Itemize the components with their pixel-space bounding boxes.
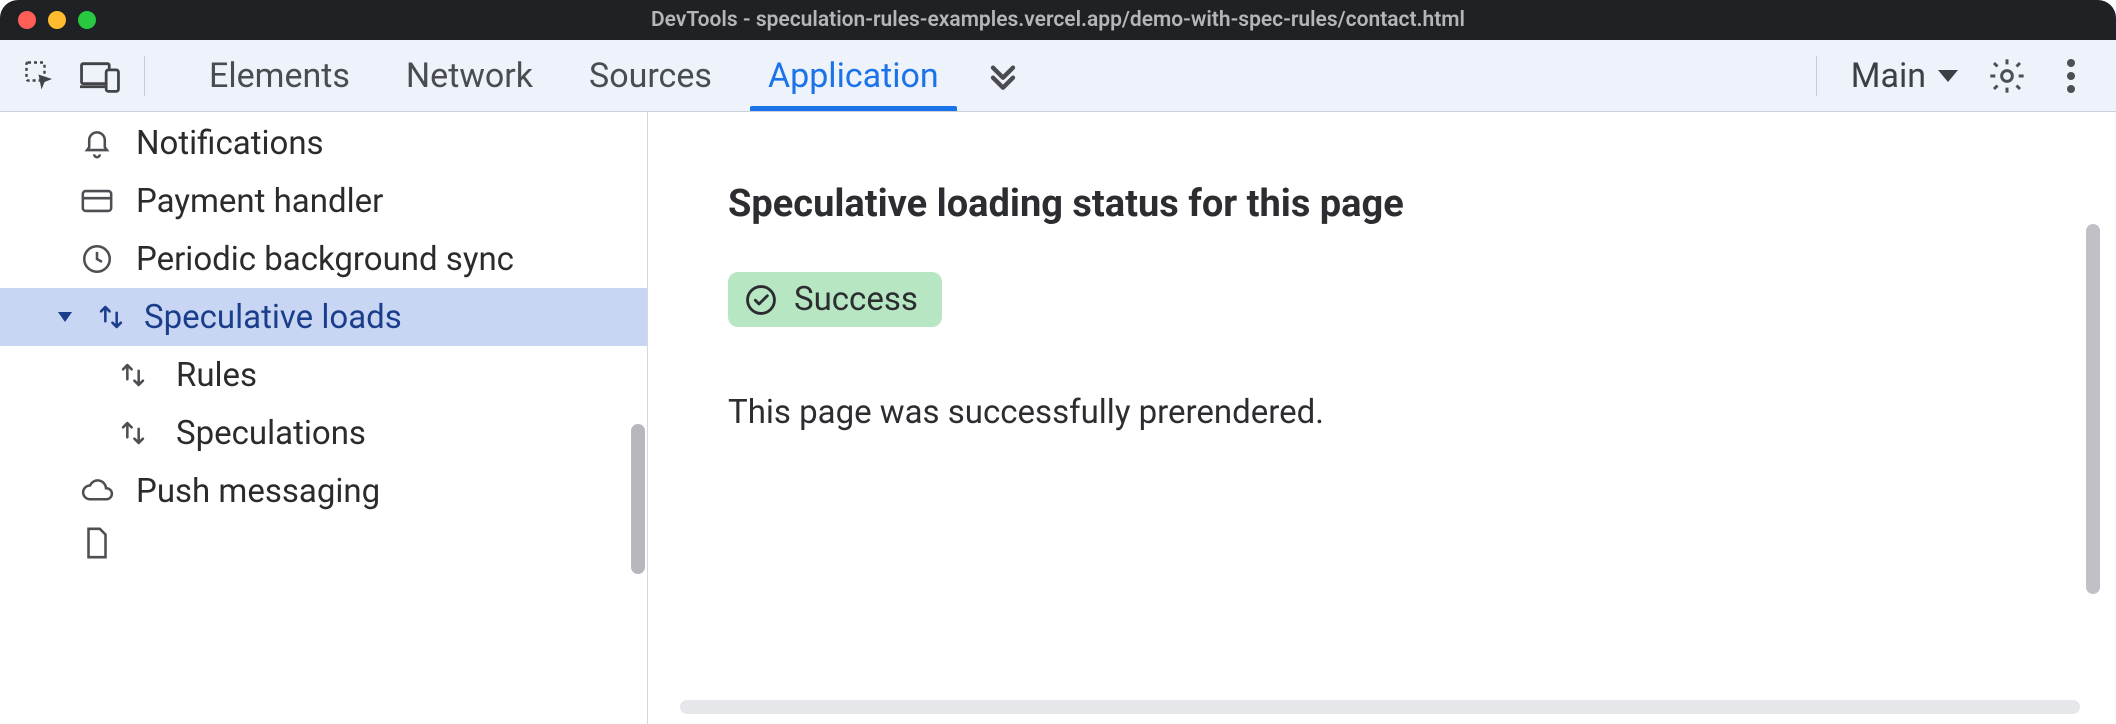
window-title: DevTools - speculation-rules-examples.ve… [0, 8, 2116, 32]
tab-application[interactable]: Application [768, 40, 939, 111]
window-maximize-button[interactable] [78, 11, 96, 29]
tab-network[interactable]: Network [406, 40, 533, 111]
sidebar-item-label: Notifications [136, 124, 324, 163]
main-content: Speculative loading status for this page… [648, 112, 2116, 724]
toolbar-right: Main [1802, 49, 2098, 103]
document-icon [78, 524, 116, 560]
application-sidebar: Notifications Payment handler [0, 112, 648, 724]
sidebar-item-payment-handler[interactable]: Payment handler [0, 172, 647, 230]
status-description: This page was successfully prerendered. [728, 393, 2116, 432]
sidebar-item-label: Rules [176, 356, 257, 395]
sidebar-item-partial[interactable] [0, 520, 647, 560]
sidebar-item-label: Push messaging [136, 472, 380, 511]
window-controls [18, 11, 96, 29]
status-badge-label: Success [794, 280, 918, 319]
sidebar-item-rules[interactable]: Rules [0, 346, 647, 404]
updown-icon [114, 414, 152, 452]
page-heading: Speculative loading status for this page [728, 182, 2116, 226]
kebab-menu-button[interactable] [2044, 49, 2098, 103]
settings-button[interactable] [1980, 49, 2034, 103]
panel-tabs: Elements Network Sources Application [209, 40, 939, 111]
sidebar-item-periodic-sync[interactable]: Periodic background sync [0, 230, 647, 288]
sidebar-scrollbar[interactable] [631, 424, 645, 574]
devtools-toolbar: Elements Network Sources Application Mai… [0, 40, 2116, 112]
bell-icon [78, 124, 116, 162]
sidebar-item-label: Payment handler [136, 182, 383, 221]
panel-body: Notifications Payment handler [0, 112, 2116, 724]
sidebar-list: Notifications Payment handler [0, 112, 647, 560]
toolbar-separator [144, 56, 145, 96]
frame-selector-label: Main [1851, 56, 1926, 96]
clock-icon [78, 240, 116, 278]
sidebar-item-push-messaging[interactable]: Push messaging [0, 462, 647, 520]
updown-icon [92, 298, 130, 336]
window-titlebar: DevTools - speculation-rules-examples.ve… [0, 0, 2116, 40]
window-minimize-button[interactable] [48, 11, 66, 29]
sidebar-item-notifications[interactable]: Notifications [0, 114, 647, 172]
sidebar-item-label: Speculative loads [144, 298, 402, 337]
sidebar-item-speculations[interactable]: Speculations [0, 404, 647, 462]
main-scrollbar-vertical[interactable] [2086, 224, 2100, 594]
frame-selector[interactable]: Main [1841, 56, 1970, 96]
more-tabs-button[interactable] [973, 46, 1033, 106]
window-close-button[interactable] [18, 11, 36, 29]
updown-icon [114, 356, 152, 394]
sidebar-item-label: Periodic background sync [136, 240, 514, 279]
toolbar-separator [1816, 56, 1817, 96]
tab-elements[interactable]: Elements [209, 40, 350, 111]
cloud-icon [78, 472, 116, 510]
expand-arrow-icon [52, 310, 78, 324]
main-scrollbar-horizontal[interactable] [680, 700, 2080, 714]
devtools-window: DevTools - speculation-rules-examples.ve… [0, 0, 2116, 724]
tab-sources[interactable]: Sources [589, 40, 712, 111]
chevron-down-icon [1936, 68, 1960, 84]
sidebar-item-label: Speculations [176, 414, 366, 453]
inspect-element-button[interactable] [10, 46, 70, 106]
sidebar-item-speculative-loads[interactable]: Speculative loads [0, 288, 647, 346]
device-toolbar-button[interactable] [70, 46, 130, 106]
status-badge: Success [728, 272, 942, 327]
check-circle-icon [744, 283, 778, 317]
card-icon [78, 182, 116, 220]
